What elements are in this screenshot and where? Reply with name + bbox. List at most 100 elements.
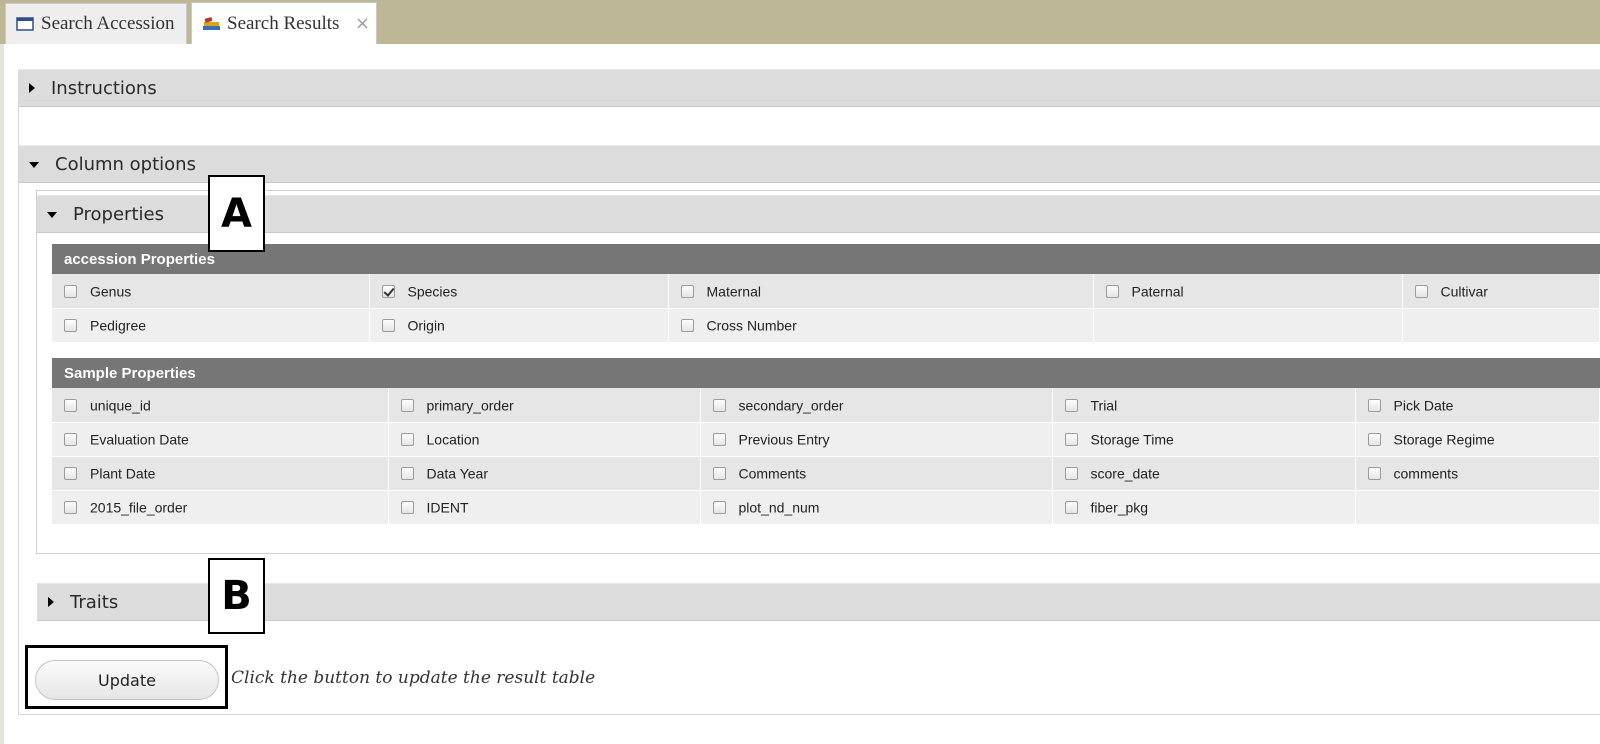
property-label: Cultivar [1440,283,1488,300]
property-checkbox[interactable] [400,398,414,412]
tab-search-results[interactable]: Search Results × [191,2,377,44]
property-cell: comments [1355,456,1600,491]
property-checkbox[interactable] [400,433,414,447]
property-checkbox[interactable] [1064,398,1078,412]
property-label: Evaluation Date [90,431,189,448]
property-cell: 2015_file_order [52,490,389,525]
property-checkbox[interactable] [1367,398,1381,412]
property-cell: unique_id [52,388,389,423]
property-checkbox[interactable] [400,501,414,515]
property-cell: Location [388,422,701,457]
properties-header[interactable]: Properties [37,195,1600,233]
property-label: Pedigree [90,317,147,334]
property-label: Paternal [1131,283,1184,300]
property-cell: Cultivar [1402,274,1600,309]
property-checkbox[interactable] [712,501,726,515]
property-label: fiber_pkg [1090,499,1149,516]
property-cell: Storage Time [1052,422,1356,457]
property-label: Genus [90,283,132,300]
update-button[interactable]: Update [35,660,219,700]
property-cell: Pedigree [52,308,370,343]
property-cell: Paternal [1093,274,1403,309]
expand-arrow-icon [29,83,35,93]
table-row: unique_id primary_order secondary_order Tri… [52,388,1600,423]
accession-properties-table: accession Properties Genus Species Materna… [52,244,1600,343]
property-cell: fiber_pkg [1052,490,1356,525]
property-checkbox[interactable] [712,398,726,412]
property-label: Cross Number [706,317,797,334]
property-cell: Trial [1052,388,1356,423]
property-checkbox[interactable] [64,284,77,298]
annotation-a: A [208,175,265,252]
books-icon [202,15,220,33]
table-row: 2015_file_order IDENT plot_nd_num fiber_pkg [52,490,1600,525]
property-cell: Storage Regime [1355,422,1600,457]
property-label: primary_order [426,397,514,414]
property-checkbox[interactable] [712,433,726,447]
property-checkbox[interactable] [64,398,77,412]
traits-header[interactable]: Traits [37,583,1600,621]
property-checkbox[interactable] [1064,501,1078,515]
update-hint: Click the button to update the result ta… [231,668,596,688]
expand-arrow-icon [48,597,54,607]
sample-properties-table: Sample Properties unique_id primary_order… [52,358,1600,525]
close-icon[interactable]: × [355,13,370,34]
property-checkbox[interactable] [1367,467,1381,481]
table-row: Pedigree Origin Cross Number [52,308,1600,343]
property-checkbox[interactable] [64,467,77,481]
property-label: Comments [738,465,807,482]
property-label: Pick Date [1393,397,1454,414]
table-row: Plant Date Data Year Comments score_date com… [52,456,1600,491]
property-label: plot_nd_num [738,499,820,516]
property-checkbox[interactable] [64,501,77,515]
property-checkbox[interactable] [712,467,726,481]
table-row: Genus Species Maternal Paternal Cultivar [52,274,1600,309]
property-checkbox[interactable] [64,319,77,333]
property-label: Data Year [426,465,489,482]
property-label: comments [1393,465,1459,482]
property-cell: IDENT [388,490,701,525]
table-row: Evaluation Date Location Previous Entry Sto… [52,422,1600,457]
property-label: unique_id [90,397,151,414]
property-label: Location [426,431,480,448]
property-cell: secondary_order [700,388,1053,423]
annotation-b: B [208,558,265,634]
property-checkbox[interactable] [381,284,395,298]
property-label: Previous Entry [738,431,830,448]
collapse-arrow-icon [29,162,39,168]
property-cell [1355,490,1600,525]
property-cell: Evaluation Date [52,422,389,457]
property-checkbox[interactable] [1105,284,1119,298]
property-checkbox[interactable] [1367,433,1381,447]
property-checkbox[interactable] [400,467,414,481]
left-border [0,44,4,744]
property-checkbox[interactable] [381,319,395,333]
tab-search-accession[interactable]: Search Accession [5,3,187,44]
property-label: Origin [407,317,445,334]
properties-title: Properties [73,203,164,225]
property-label: Species [407,283,458,300]
property-cell: primary_order [388,388,701,423]
property-label: Plant Date [90,465,156,482]
property-label: Storage Time [1090,431,1174,448]
property-cell: score_date [1052,456,1356,491]
property-checkbox[interactable] [1064,433,1078,447]
sample-properties-header: Sample Properties [52,358,1600,388]
property-checkbox[interactable] [1064,467,1078,481]
property-checkbox[interactable] [680,319,694,333]
property-cell: Origin [369,308,669,343]
property-label: IDENT [426,499,469,516]
property-cell [1402,308,1600,343]
property-label: secondary_order [738,397,844,414]
collapse-arrow-icon [47,212,57,218]
accession-properties-header: accession Properties [52,244,1600,274]
property-cell [1093,308,1403,343]
property-cell: Comments [700,456,1053,491]
column-options-title: Column options [55,153,196,175]
property-label: Maternal [706,283,761,300]
property-checkbox[interactable] [1414,284,1428,298]
property-cell: Genus [52,274,370,309]
property-cell: Data Year [388,456,701,491]
property-checkbox[interactable] [680,284,694,298]
property-checkbox[interactable] [64,433,77,447]
